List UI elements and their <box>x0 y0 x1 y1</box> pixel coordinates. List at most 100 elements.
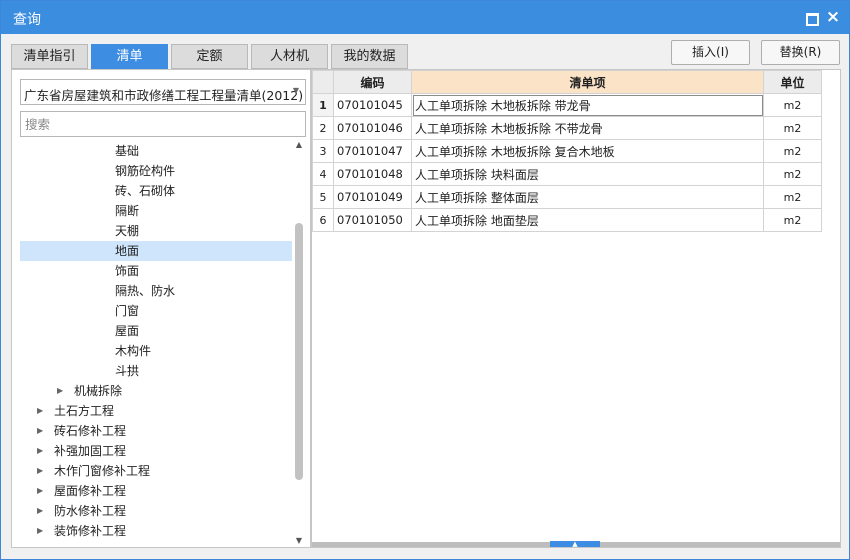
tree-node-label: 地面 <box>115 244 140 258</box>
tab-quota[interactable]: 定额 <box>171 44 248 69</box>
tree-node[interactable]: ▶ 砖石修补工程 <box>20 421 292 441</box>
expand-arrow-icon[interactable]: ▶ <box>37 421 47 441</box>
chevron-down-icon[interactable]: ▼ <box>293 86 299 95</box>
tree-node[interactable]: 斗拱 <box>20 361 292 381</box>
column-header-unit[interactable]: 单位 <box>763 70 822 94</box>
code-cell[interactable]: 070101048 <box>333 162 412 186</box>
table-row[interactable]: 4 070101048 人工单项拆除 块料面层 m2 <box>312 162 822 186</box>
row-number[interactable]: 3 <box>312 139 334 163</box>
tree-node[interactable]: 屋面 <box>20 321 292 341</box>
table-row[interactable]: 5 070101049 人工单项拆除 整体面层 m2 <box>312 185 822 209</box>
tree-node[interactable]: 地面 <box>20 241 292 261</box>
row-number[interactable]: 2 <box>312 116 334 140</box>
unit-cell[interactable]: m2 <box>763 93 822 117</box>
bill-table: 编码 清单项 单位 1 070101045 人工单项拆除 木地板拆除 带龙骨 m2 2 0… <box>312 70 822 232</box>
expand-arrow-icon[interactable]: ▶ <box>57 381 67 401</box>
code-cell[interactable]: 070101050 <box>333 208 412 232</box>
unit-cell[interactable]: m2 <box>763 116 822 140</box>
tree-node[interactable]: ▶ 防水修补工程 <box>20 501 292 521</box>
tree-node-label: 斗拱 <box>115 364 140 378</box>
tree-node[interactable]: 基础 <box>20 141 292 161</box>
collapse-handle-icon[interactable]: ▲ <box>550 541 600 548</box>
table-row[interactable]: 1 070101045 人工单项拆除 木地板拆除 带龙骨 m2 <box>312 93 822 117</box>
expand-arrow-icon[interactable]: ▶ <box>37 401 47 421</box>
item-cell[interactable]: 人工单项拆除 整体面层 <box>411 185 764 209</box>
library-select[interactable]: 广东省房屋建筑和市政修缮工程工程量清单(2012) ▼ <box>20 79 306 105</box>
tree-node[interactable]: ▶ 机械拆除 <box>20 381 292 401</box>
item-cell[interactable]: 人工单项拆除 木地板拆除 复合木地板 <box>411 139 764 163</box>
tree-node-label: 天棚 <box>115 224 140 238</box>
row-number[interactable]: 6 <box>312 208 334 232</box>
tree-node-label: 基础 <box>115 144 140 158</box>
horizontal-splitter[interactable]: ▲ <box>312 541 840 548</box>
maximize-icon[interactable] <box>801 7 821 27</box>
search-input[interactable] <box>20 111 306 137</box>
tree-node[interactable]: 门窗 <box>20 301 292 321</box>
tree-node-label: 砖石修补工程 <box>54 424 127 438</box>
tree-node[interactable]: 隔热、防水 <box>20 281 292 301</box>
tree-node-label: 屋面 <box>115 324 140 338</box>
item-cell[interactable]: 人工单项拆除 地面垫层 <box>411 208 764 232</box>
tree-node[interactable]: ▶ 土石方工程 <box>20 401 292 421</box>
tree-node-label: 屋面修补工程 <box>54 484 127 498</box>
tab-my-data[interactable]: 我的数据 <box>331 44 408 69</box>
tree-node-label: 隔断 <box>115 204 140 218</box>
title-bar: 查询 × <box>1 1 849 34</box>
unit-cell[interactable]: m2 <box>763 139 822 163</box>
scroll-up-icon[interactable]: ▲ <box>294 140 304 150</box>
tree-node-label: 饰面 <box>115 264 140 278</box>
column-header-code[interactable]: 编码 <box>333 70 412 94</box>
code-cell[interactable]: 070101047 <box>333 139 412 163</box>
table-row[interactable]: 6 070101050 人工单项拆除 地面垫层 m2 <box>312 208 822 232</box>
row-number-header <box>312 70 334 94</box>
tree-node[interactable]: 砖、石砌体 <box>20 181 292 201</box>
tree-node-label: 门窗 <box>115 304 140 318</box>
tab-list-guide[interactable]: 清单指引 <box>11 44 88 69</box>
tree-node[interactable]: 天棚 <box>20 221 292 241</box>
tree-node[interactable]: 隔断 <box>20 201 292 221</box>
unit-cell[interactable]: m2 <box>763 208 822 232</box>
tree-node[interactable]: 钢筋砼构件 <box>20 161 292 181</box>
replace-button[interactable]: 替换(R) <box>761 40 840 65</box>
item-cell[interactable]: 人工单项拆除 块料面层 <box>411 162 764 186</box>
left-panel: 广东省房屋建筑和市政修缮工程工程量清单(2012) ▼ 基础钢筋砼构件砖、石砌体… <box>11 69 311 548</box>
row-number[interactable]: 4 <box>312 162 334 186</box>
unit-cell[interactable]: m2 <box>763 185 822 209</box>
table-row[interactable]: 2 070101046 人工单项拆除 木地板拆除 不带龙骨 m2 <box>312 116 822 140</box>
unit-cell[interactable]: m2 <box>763 162 822 186</box>
close-icon[interactable]: × <box>823 7 843 27</box>
tree-node-label: 木构件 <box>115 344 152 358</box>
tree-node-label: 钢筋砼构件 <box>115 164 176 178</box>
category-tree: 基础 钢筋砼构件 砖、石砌体 隔断 天棚 地面 饰面 隔热、防水 门窗 屋面 木构件 斗拱 ▶ 机械拆除 ▶… <box>20 140 292 546</box>
tree-node[interactable]: ▶ 屋面修补工程 <box>20 481 292 501</box>
tab-materials[interactable]: 人材机 <box>251 44 328 69</box>
item-cell[interactable]: 人工单项拆除 木地板拆除 带龙骨 <box>411 93 764 117</box>
item-cell[interactable]: 人工单项拆除 木地板拆除 不带龙骨 <box>411 116 764 140</box>
table-row[interactable]: 3 070101047 人工单项拆除 木地板拆除 复合木地板 m2 <box>312 139 822 163</box>
tree-node[interactable]: ▶ 补强加固工程 <box>20 441 292 461</box>
tree-node[interactable]: 木构件 <box>20 341 292 361</box>
tree-node-label: 砖、石砌体 <box>115 184 176 198</box>
query-dialog: 查询 × 清单指引 清单 定额 人材机 我的数据 插入(I) 替换(R) 广东省… <box>0 0 850 560</box>
code-cell[interactable]: 070101049 <box>333 185 412 209</box>
row-number[interactable]: 5 <box>312 185 334 209</box>
tree-node[interactable]: ▶ 木作门窗修补工程 <box>20 461 292 481</box>
row-number[interactable]: 1 <box>312 93 334 117</box>
scrollbar-thumb[interactable] <box>295 223 303 480</box>
expand-arrow-icon[interactable]: ▶ <box>37 501 47 521</box>
code-cell[interactable]: 070101045 <box>333 93 412 117</box>
tree-node[interactable]: 饰面 <box>20 261 292 281</box>
expand-arrow-icon[interactable]: ▶ <box>37 461 47 481</box>
tree-node[interactable]: ▶ 装饰修补工程 <box>20 521 292 541</box>
scroll-down-icon[interactable]: ▼ <box>294 536 304 546</box>
tree-scrollbar[interactable]: ▲ ▼ <box>293 140 305 546</box>
expand-arrow-icon[interactable]: ▶ <box>37 521 47 541</box>
window-title: 查询 <box>13 12 41 28</box>
column-header-item[interactable]: 清单项 <box>411 70 764 94</box>
expand-arrow-icon[interactable]: ▶ <box>37 441 47 461</box>
tree-node-label: 防水修补工程 <box>54 504 127 518</box>
expand-arrow-icon[interactable]: ▶ <box>37 481 47 501</box>
code-cell[interactable]: 070101046 <box>333 116 412 140</box>
tab-bill[interactable]: 清单 <box>91 44 168 70</box>
insert-button[interactable]: 插入(I) <box>671 40 750 65</box>
